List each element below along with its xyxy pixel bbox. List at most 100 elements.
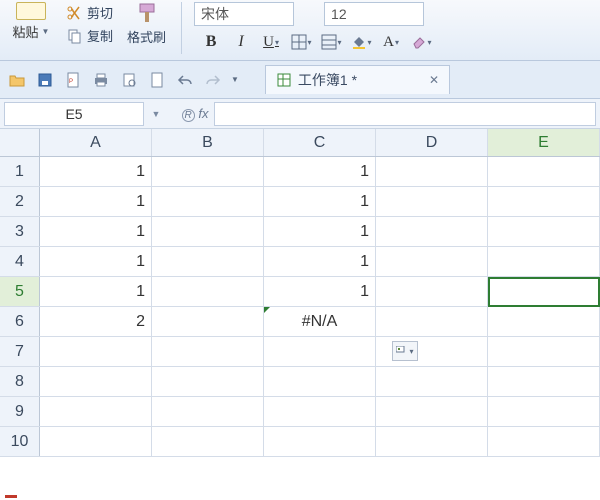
cell[interactable] [376, 277, 488, 306]
open-button[interactable] [6, 69, 28, 91]
col-header-D[interactable]: D [376, 129, 488, 156]
border-button[interactable]: ▾ [288, 30, 314, 54]
name-box[interactable]: E5 [4, 102, 144, 126]
cell[interactable] [376, 157, 488, 186]
cell[interactable] [488, 277, 600, 306]
qat-more[interactable]: ▼ [231, 75, 239, 84]
document-tabs: 工作簿1 * ✕ [265, 65, 450, 94]
cell[interactable] [376, 187, 488, 216]
redo-button[interactable] [202, 69, 224, 91]
cell[interactable]: 2 [40, 307, 152, 336]
row-header[interactable]: 10 [0, 427, 40, 456]
cell[interactable]: 1 [264, 187, 376, 216]
undo-button[interactable] [174, 69, 196, 91]
col-header-B[interactable]: B [152, 129, 264, 156]
col-header-A[interactable]: A [40, 129, 152, 156]
row-header[interactable]: 1 [0, 157, 40, 186]
cell[interactable] [376, 367, 488, 396]
bold-button[interactable]: B [198, 30, 224, 54]
row-header[interactable]: 9 [0, 397, 40, 426]
name-box-dropdown[interactable]: ▼ [148, 109, 164, 119]
cell[interactable] [152, 367, 264, 396]
pdf-button[interactable]: P [62, 69, 84, 91]
cell[interactable] [488, 157, 600, 186]
cell[interactable] [264, 367, 376, 396]
cell[interactable] [376, 217, 488, 246]
paste-button[interactable]: 粘贴 ▼ [6, 2, 56, 54]
cell[interactable] [488, 337, 600, 366]
cell[interactable] [264, 397, 376, 426]
cell[interactable] [264, 337, 376, 366]
quick-access-toolbar: P ▼ 工作簿1 * ✕ [0, 61, 600, 99]
cell[interactable]: 1 [264, 247, 376, 276]
cell[interactable]: 1 [264, 157, 376, 186]
cell[interactable]: 1 [264, 277, 376, 306]
row-header[interactable]: 4 [0, 247, 40, 276]
row-header[interactable]: 2 [0, 187, 40, 216]
row-header[interactable]: 3 [0, 217, 40, 246]
cell[interactable]: 1 [40, 277, 152, 306]
cell[interactable] [488, 427, 600, 456]
cut-button[interactable]: 剪切 [64, 2, 116, 23]
row-header[interactable]: 7 [0, 337, 40, 366]
italic-button[interactable]: I [228, 30, 254, 54]
cell[interactable] [264, 427, 376, 456]
cell[interactable] [488, 247, 600, 276]
smart-tag-icon [396, 346, 408, 356]
cell[interactable] [488, 307, 600, 336]
format-painter-button[interactable]: 格式刷 [124, 26, 169, 47]
cell[interactable] [152, 307, 264, 336]
clear-format-button[interactable]: ▾ [408, 30, 434, 54]
cell[interactable] [40, 427, 152, 456]
cell[interactable] [488, 367, 600, 396]
font-size-select[interactable]: 12 [324, 2, 424, 26]
format-painter-label: 格式刷 [127, 27, 166, 46]
save-button[interactable] [34, 69, 56, 91]
underline-button[interactable]: U▾ [258, 30, 284, 54]
copy-button[interactable]: 复制 [64, 25, 116, 46]
smart-tag-button[interactable]: ▾ [392, 341, 418, 361]
cell[interactable] [376, 397, 488, 426]
cell[interactable] [152, 337, 264, 366]
fill-color-button[interactable]: ▾ [348, 30, 374, 54]
cell[interactable]: 1 [40, 187, 152, 216]
cell[interactable] [152, 427, 264, 456]
row-header[interactable]: 5 [0, 277, 40, 306]
cell[interactable] [152, 277, 264, 306]
cell[interactable] [40, 397, 152, 426]
cell[interactable] [488, 397, 600, 426]
preview-button[interactable] [118, 69, 140, 91]
cell[interactable] [152, 217, 264, 246]
cell[interactable] [152, 157, 264, 186]
border2-button[interactable]: ▾ [318, 30, 344, 54]
cell[interactable]: 1 [40, 247, 152, 276]
close-icon[interactable]: ✕ [429, 73, 439, 87]
font-name-select[interactable]: 宋体 [194, 2, 294, 26]
print-button[interactable] [90, 69, 112, 91]
cell[interactable] [152, 247, 264, 276]
cell[interactable] [488, 187, 600, 216]
cell[interactable] [40, 337, 152, 366]
cell[interactable] [488, 217, 600, 246]
cell[interactable] [376, 247, 488, 276]
select-all-corner[interactable] [0, 129, 40, 156]
cell[interactable] [40, 367, 152, 396]
doc-button[interactable] [146, 69, 168, 91]
row-header[interactable]: 6 [0, 307, 40, 336]
formula-input[interactable] [214, 102, 596, 126]
row-header[interactable]: 8 [0, 367, 40, 396]
fx-icon[interactable]: R fx [176, 106, 214, 121]
cell[interactable] [152, 187, 264, 216]
col-header-C[interactable]: C [264, 129, 376, 156]
cell[interactable]: 1 [40, 157, 152, 186]
cell[interactable]: 1 [40, 217, 152, 246]
font-color-button[interactable]: A▾ [378, 30, 404, 54]
document-tab[interactable]: 工作簿1 * ✕ [265, 65, 450, 94]
cell[interactable]: 1 [264, 217, 376, 246]
cell[interactable]: #N/A [264, 307, 376, 336]
cell[interactable] [376, 427, 488, 456]
col-header-E[interactable]: E [488, 129, 600, 156]
cell[interactable] [152, 397, 264, 426]
cell[interactable] [376, 307, 488, 336]
tab-title: 工作簿1 * [298, 70, 357, 90]
